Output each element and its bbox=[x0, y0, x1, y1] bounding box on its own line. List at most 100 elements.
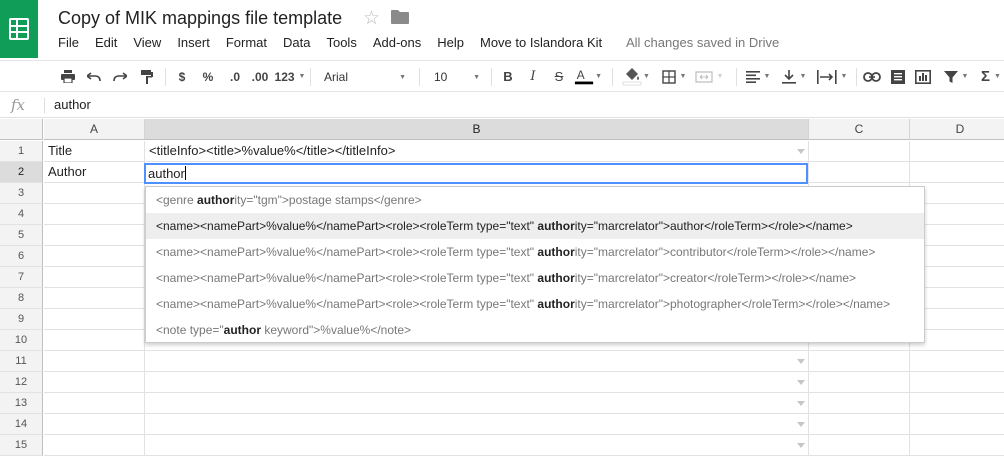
cell-a12[interactable] bbox=[44, 372, 145, 393]
autocomplete-item[interactable]: <name><namePart>%value%</namePart><role>… bbox=[146, 239, 924, 265]
menu-view[interactable]: View bbox=[125, 34, 169, 52]
cell-b11[interactable] bbox=[145, 351, 809, 372]
row-header-13[interactable]: 13 bbox=[0, 393, 43, 414]
column-header-c[interactable]: C bbox=[809, 119, 910, 140]
menu-edit[interactable]: Edit bbox=[87, 34, 125, 52]
fill-color-icon[interactable]: ▼ bbox=[620, 61, 652, 92]
validation-dropdown-icon[interactable] bbox=[797, 422, 805, 427]
font-family-dropdown[interactable]: Arial ▼ bbox=[316, 65, 414, 89]
sheets-logo-icon[interactable] bbox=[0, 0, 38, 58]
column-header-d[interactable]: D bbox=[910, 119, 1004, 140]
autocomplete-item[interactable]: <name><namePart>%value%</namePart><role>… bbox=[146, 213, 924, 239]
cell-c12[interactable] bbox=[809, 372, 910, 393]
formula-input[interactable]: author bbox=[54, 97, 91, 112]
merge-cells-icon[interactable]: ▼ bbox=[693, 61, 725, 92]
cell-a8[interactable] bbox=[44, 288, 145, 309]
row-header-12[interactable]: 12 bbox=[0, 372, 43, 393]
row-header-4[interactable]: 4 bbox=[0, 204, 43, 225]
row-header-8[interactable]: 8 bbox=[0, 288, 43, 309]
strikethrough-icon[interactable]: S bbox=[550, 61, 568, 92]
star-icon[interactable]: ☆ bbox=[363, 7, 380, 30]
cell-c1[interactable] bbox=[809, 141, 910, 162]
vertical-align-icon[interactable]: ▼ bbox=[778, 61, 810, 92]
cell-b1[interactable]: <titleInfo><title>%value%</title></title… bbox=[145, 141, 809, 162]
column-header-b[interactable]: B bbox=[145, 119, 809, 140]
paint-format-icon[interactable] bbox=[137, 61, 157, 92]
horizontal-align-icon[interactable]: ▼ bbox=[742, 61, 774, 92]
select-all-corner[interactable] bbox=[0, 119, 43, 140]
insert-chart-icon[interactable] bbox=[913, 61, 933, 92]
cell-a7[interactable] bbox=[44, 267, 145, 288]
cell-d2[interactable] bbox=[910, 162, 1004, 183]
cell-c15[interactable] bbox=[809, 435, 910, 456]
row-header-15[interactable]: 15 bbox=[0, 435, 43, 456]
cell-b13[interactable] bbox=[145, 393, 809, 414]
currency-format-button[interactable]: $ bbox=[174, 61, 190, 92]
row-header-6[interactable]: 6 bbox=[0, 246, 43, 267]
functions-icon[interactable]: Σ ▼ bbox=[978, 61, 1004, 92]
validation-dropdown-icon[interactable] bbox=[797, 401, 805, 406]
cell-a14[interactable] bbox=[44, 414, 145, 435]
row-header-7[interactable]: 7 bbox=[0, 267, 43, 288]
cell-d12[interactable] bbox=[910, 372, 1004, 393]
cell-b15[interactable] bbox=[145, 435, 809, 456]
filter-icon[interactable]: ▼ bbox=[938, 61, 974, 92]
folder-icon[interactable] bbox=[391, 10, 409, 29]
cell-a11[interactable] bbox=[44, 351, 145, 372]
cell-a10[interactable] bbox=[44, 330, 145, 351]
percent-format-button[interactable]: % bbox=[199, 61, 217, 92]
cell-editor-b2[interactable]: author bbox=[144, 163, 808, 184]
cell-c2[interactable] bbox=[809, 162, 910, 183]
row-header-9[interactable]: 9 bbox=[0, 309, 43, 330]
row-header-5[interactable]: 5 bbox=[0, 225, 43, 246]
menu-help[interactable]: Help bbox=[429, 34, 472, 52]
menu-move-to-islandora-kit[interactable]: Move to Islandora Kit bbox=[472, 34, 610, 52]
undo-icon[interactable] bbox=[84, 61, 104, 92]
row-header-3[interactable]: 3 bbox=[0, 183, 43, 204]
autocomplete-item[interactable]: <note type="author keyword">%value%</not… bbox=[146, 317, 924, 343]
column-header-a[interactable]: A bbox=[44, 119, 145, 140]
insert-link-icon[interactable] bbox=[862, 61, 882, 92]
cell-a3[interactable] bbox=[44, 183, 145, 204]
text-color-icon[interactable]: A ▼ bbox=[574, 61, 602, 92]
cell-d1[interactable] bbox=[910, 141, 1004, 162]
cell-d14[interactable] bbox=[910, 414, 1004, 435]
menu-insert[interactable]: Insert bbox=[169, 34, 218, 52]
cell-d13[interactable] bbox=[910, 393, 1004, 414]
cell-a4[interactable] bbox=[44, 204, 145, 225]
validation-dropdown-icon[interactable] bbox=[797, 149, 805, 154]
autocomplete-item[interactable]: <name><namePart>%value%</namePart><role>… bbox=[146, 291, 924, 317]
cell-a1[interactable]: Title bbox=[44, 141, 145, 162]
cell-d15[interactable] bbox=[910, 435, 1004, 456]
autocomplete-item[interactable]: <name><namePart>%value%</namePart><role>… bbox=[146, 265, 924, 291]
row-header-11[interactable]: 11 bbox=[0, 351, 43, 372]
cell-c11[interactable] bbox=[809, 351, 910, 372]
menu-format[interactable]: Format bbox=[218, 34, 275, 52]
cell-a2[interactable]: Author bbox=[44, 162, 145, 183]
menu-data[interactable]: Data bbox=[275, 34, 318, 52]
cell-c13[interactable] bbox=[809, 393, 910, 414]
cell-a9[interactable] bbox=[44, 309, 145, 330]
autocomplete-item[interactable]: <genre authority="tgm">postage stamps</g… bbox=[146, 187, 924, 213]
decrease-decimal-button[interactable]: .0 bbox=[225, 61, 245, 92]
validation-dropdown-icon[interactable] bbox=[797, 443, 805, 448]
redo-icon[interactable] bbox=[110, 61, 130, 92]
document-title[interactable]: Copy of MIK mappings file template bbox=[58, 8, 342, 29]
validation-dropdown-icon[interactable] bbox=[797, 380, 805, 385]
text-wrapping-icon[interactable]: ▼ bbox=[814, 61, 850, 92]
cell-d11[interactable] bbox=[910, 351, 1004, 372]
font-size-dropdown[interactable]: 10 ▼ bbox=[426, 65, 486, 89]
menu-add-ons[interactable]: Add-ons bbox=[365, 34, 429, 52]
insert-comment-icon[interactable] bbox=[888, 61, 908, 92]
row-header-1[interactable]: 1 bbox=[0, 141, 43, 162]
cell-c14[interactable] bbox=[809, 414, 910, 435]
menu-tools[interactable]: Tools bbox=[318, 34, 364, 52]
cell-a15[interactable] bbox=[44, 435, 145, 456]
row-header-2[interactable]: 2 bbox=[0, 162, 43, 183]
row-header-10[interactable]: 10 bbox=[0, 330, 43, 351]
italic-icon[interactable]: I bbox=[524, 61, 542, 92]
cell-b12[interactable] bbox=[145, 372, 809, 393]
cell-a6[interactable] bbox=[44, 246, 145, 267]
cell-a5[interactable] bbox=[44, 225, 145, 246]
cell-a13[interactable] bbox=[44, 393, 145, 414]
